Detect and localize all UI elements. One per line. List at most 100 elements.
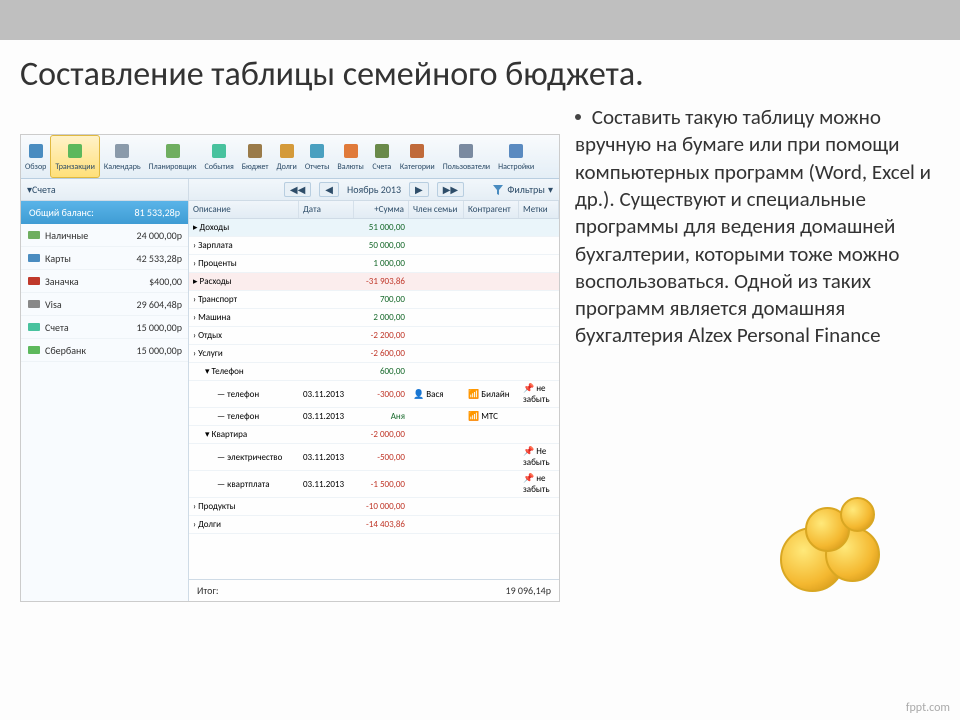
balance-row: Общий баланс: 81 533,28p bbox=[21, 201, 188, 224]
cell-tag bbox=[519, 226, 559, 230]
cell-sum: -31 903,86 bbox=[354, 274, 409, 289]
toolbar-транзакции[interactable]: Транзакции bbox=[50, 135, 100, 178]
cell-agent bbox=[464, 298, 519, 302]
toolbar-валюты[interactable]: Валюты bbox=[333, 135, 367, 178]
toolbar-категории[interactable]: Категории bbox=[396, 135, 439, 178]
cell-member bbox=[409, 262, 464, 266]
account-row[interactable]: Наличные24 000,00p bbox=[21, 224, 188, 247]
table-row[interactable]: ▾ Квартира -2 000,00 bbox=[189, 426, 559, 444]
table-row[interactable]: — телефон 03.11.2013 Аня 📶 МТС bbox=[189, 408, 559, 426]
account-row[interactable]: Заначка$400,00 bbox=[21, 270, 188, 293]
account-row[interactable]: Счета15 000,00p bbox=[21, 316, 188, 339]
cell-sum: -10 000,00 bbox=[354, 499, 409, 514]
table-row[interactable]: — телефон 03.11.2013 -300,00 👤 Вася 📶 Би… bbox=[189, 381, 559, 408]
table-header-row: Описание Дата +Сумма Член семьи Контраге… bbox=[189, 201, 559, 219]
table-row[interactable]: — квартплата 03.11.2013 -1 500,00 📌 не з… bbox=[189, 471, 559, 498]
col-member[interactable]: Член семьи bbox=[409, 201, 464, 218]
bullet-icon bbox=[575, 114, 581, 120]
table-row[interactable]: ▸ Расходы -31 903,86 bbox=[189, 273, 559, 291]
cell-tag bbox=[519, 298, 559, 302]
period-label[interactable]: Ноябрь 2013 bbox=[347, 183, 401, 196]
account-row[interactable]: Карты42 533,28p bbox=[21, 247, 188, 270]
cell-member bbox=[409, 316, 464, 320]
table-row[interactable]: › Услуги -2 600,00 bbox=[189, 345, 559, 363]
table-row[interactable]: › Долги -14 403,86 bbox=[189, 516, 559, 534]
col-tags[interactable]: Метки bbox=[519, 201, 559, 218]
account-name: Visa bbox=[45, 298, 62, 311]
account-value: 15 000,00p bbox=[137, 344, 183, 357]
balance-value: 81 533,28p bbox=[135, 206, 181, 219]
cell-date bbox=[299, 244, 354, 248]
cell-member bbox=[409, 352, 464, 356]
toolbar-icon bbox=[341, 141, 361, 161]
cell-agent: 📶 МТС bbox=[464, 409, 519, 424]
cell-date bbox=[299, 334, 354, 338]
toolbar-настройки[interactable]: Настройки bbox=[494, 135, 538, 178]
filters-button[interactable]: Фильтры ▾ bbox=[492, 183, 553, 196]
account-name: Заначка bbox=[45, 275, 79, 288]
col-description[interactable]: Описание bbox=[189, 201, 299, 218]
main-panel: ◀◀ ◀ Ноябрь 2013 ▶ ▶▶ Фильтры ▾ Описание… bbox=[189, 179, 559, 601]
account-row[interactable]: Сбербанк15 000,00p bbox=[21, 339, 188, 362]
cell-agent bbox=[464, 316, 519, 320]
account-row[interactable]: Visa29 604,48p bbox=[21, 293, 188, 316]
table-row[interactable]: ▸ Доходы 51 000,00 bbox=[189, 219, 559, 237]
table-row[interactable]: › Транспорт 700,00 bbox=[189, 291, 559, 309]
col-agent[interactable]: Контрагент bbox=[464, 201, 519, 218]
toolbar-планировщик[interactable]: Планировщик bbox=[145, 135, 201, 178]
toolbar-label: Планировщик bbox=[149, 162, 197, 172]
table-row[interactable]: › Машина 2 000,00 bbox=[189, 309, 559, 327]
table-footer: Итог: 19 096,14p bbox=[189, 579, 559, 601]
cell-date: 03.11.2013 bbox=[299, 450, 354, 465]
toolbar-label: События bbox=[204, 162, 233, 172]
col-sum[interactable]: +Сумма bbox=[354, 201, 409, 218]
sidebar: ▾ Счета Общий баланс: 81 533,28p Наличны… bbox=[21, 179, 189, 601]
cell-sum: 51 000,00 bbox=[354, 220, 409, 235]
cell-sum: -300,00 bbox=[354, 387, 409, 402]
toolbar-календарь[interactable]: Календарь bbox=[100, 135, 145, 178]
cell-sum: -14 403,86 bbox=[354, 517, 409, 532]
filter-label: Фильтры bbox=[507, 183, 545, 196]
toolbar-пользователи[interactable]: Пользователи bbox=[439, 135, 494, 178]
cell-agent bbox=[464, 433, 519, 437]
cell-desc: — телефон bbox=[189, 387, 299, 402]
cell-agent bbox=[464, 280, 519, 284]
cell-date bbox=[299, 505, 354, 509]
prev-button[interactable]: ◀ bbox=[319, 182, 339, 197]
account-value: 15 000,00p bbox=[137, 321, 183, 334]
cell-member bbox=[409, 226, 464, 230]
cell-date: 03.11.2013 bbox=[299, 477, 354, 492]
toolbar-бюджет[interactable]: Бюджет bbox=[238, 135, 273, 178]
cell-tag bbox=[519, 523, 559, 527]
prev-month-button[interactable]: ◀◀ bbox=[284, 182, 311, 197]
toolbar-события[interactable]: События bbox=[200, 135, 237, 178]
next-button[interactable]: ▶ bbox=[409, 182, 429, 197]
next-month-button[interactable]: ▶▶ bbox=[437, 182, 464, 197]
account-value: 42 533,28p bbox=[137, 252, 183, 265]
table-row[interactable]: › Продукты -10 000,00 bbox=[189, 498, 559, 516]
sidebar-header[interactable]: ▾ Счета bbox=[21, 179, 188, 201]
toolbar-отчеты[interactable]: Отчеты bbox=[301, 135, 334, 178]
cell-agent: 📶 Билайн bbox=[464, 387, 519, 402]
toolbar-счета[interactable]: Счета bbox=[368, 135, 396, 178]
table-row[interactable]: › Отдых -2 200,00 bbox=[189, 327, 559, 345]
account-icon bbox=[27, 297, 41, 311]
cell-tag bbox=[519, 262, 559, 266]
funnel-icon bbox=[492, 184, 504, 196]
slide-description: Составить такую таблицу можно вручную на… bbox=[560, 104, 940, 602]
toolbar-icon bbox=[506, 141, 526, 161]
toolbar-icon bbox=[307, 141, 327, 161]
table-row[interactable]: › Проценты 1 000,00 bbox=[189, 255, 559, 273]
table-row[interactable]: ▾ Телефон 600,00 bbox=[189, 363, 559, 381]
cell-date: 03.11.2013 bbox=[299, 387, 354, 402]
table-row[interactable]: › Зарплата 50 000,00 bbox=[189, 237, 559, 255]
cell-tag bbox=[519, 433, 559, 437]
account-icon bbox=[27, 320, 41, 334]
col-date[interactable]: Дата bbox=[299, 201, 354, 218]
table-row[interactable]: — электричество 03.11.2013 -500,00 📌 Не … bbox=[189, 444, 559, 471]
cell-agent bbox=[464, 262, 519, 266]
toolbar-обзор[interactable]: Обзор bbox=[21, 135, 50, 178]
toolbar-долги[interactable]: Долги bbox=[273, 135, 301, 178]
cell-tag bbox=[519, 316, 559, 320]
cell-desc: — квартплата bbox=[189, 477, 299, 492]
